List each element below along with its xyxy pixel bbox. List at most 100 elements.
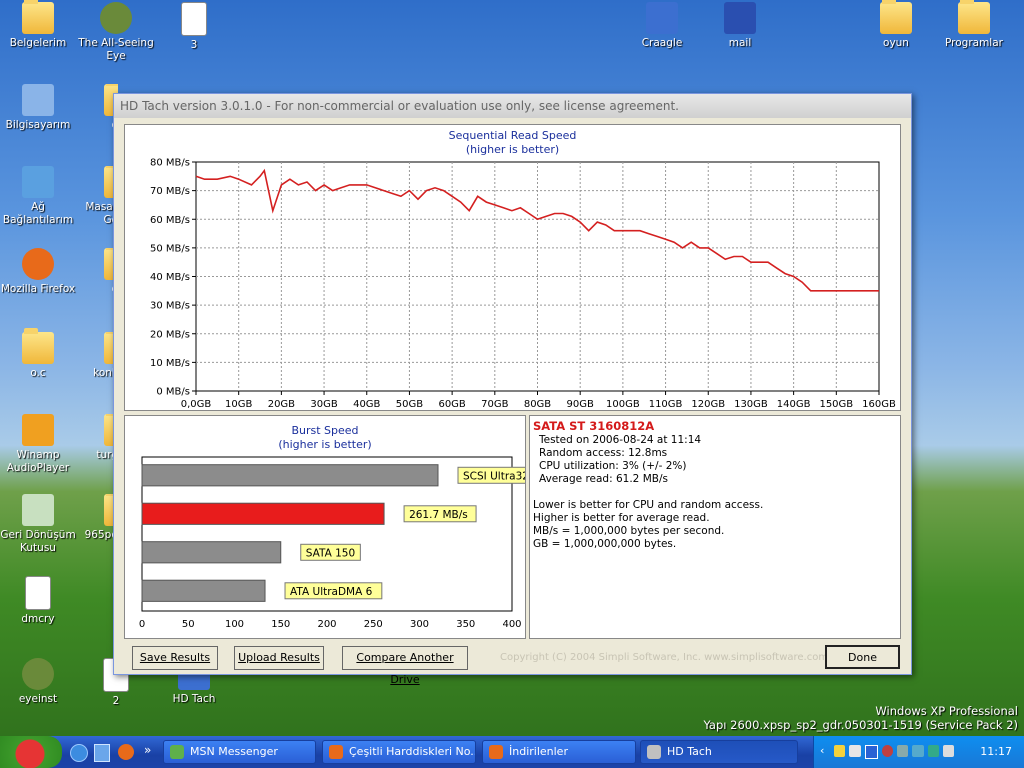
burst-bar-label: SATA 150 <box>306 547 355 559</box>
desktop-icon-label: konk <box>93 367 118 379</box>
x-tick-label: 10GB <box>225 399 252 410</box>
x-tick-label: 20GB <box>268 399 295 410</box>
desktop-icon-eyeinst[interactable]: eyeinst <box>0 658 76 706</box>
folder-icon <box>958 0 990 34</box>
desktop-icon-geri-d-n-m-kutusu[interactable]: Geri Dönüşüm Kutusu <box>0 494 76 555</box>
burst-x-tick-label: 400 <box>502 619 521 630</box>
y-tick-label: 80 MB/s <box>150 158 190 169</box>
x-tick-label: 50GB <box>396 399 423 410</box>
info-line: CPU utilization: 3% (+/- 2%) <box>539 460 687 472</box>
desktop-icon-bilgisayar-m[interactable]: Bilgisayarım <box>0 84 76 132</box>
ie-quicklaunch-icon[interactable] <box>70 744 88 762</box>
x-tick-label: 60GB <box>438 399 465 410</box>
x-tick-label: 110GB <box>649 399 683 410</box>
burst-bar <box>141 579 266 602</box>
y-tick-label: 40 MB/s <box>150 272 190 283</box>
done-button[interactable]: Done <box>825 645 900 669</box>
desktop-icon-label: Masa° Gö <box>85 201 118 226</box>
security-icon[interactable] <box>849 745 861 757</box>
y-tick-label: 0 MB/s <box>156 387 190 398</box>
window-title[interactable]: HD Tach version 3.0.1.0 - For non-commer… <box>114 94 911 118</box>
desktop-icon-partial[interactable]: turg <box>78 414 118 462</box>
messenger-tray-icon[interactable] <box>881 745 893 757</box>
desktop-icon-label: oyun <box>883 37 909 49</box>
desktop-icon-oyun[interactable]: oyun <box>858 0 934 50</box>
network-icon <box>22 166 54 198</box>
compare-another-drive-button[interactable]: Compare Another Drive <box>342 646 468 686</box>
x-tick-label: 90GB <box>567 399 594 410</box>
x-tick-label: 100GB <box>606 399 640 410</box>
save-results-button[interactable]: Save Results <box>132 646 218 670</box>
taskbar-button-i-ndirilenler[interactable]: İndirilenler <box>482 740 636 764</box>
firefox-quicklaunch-icon[interactable] <box>118 744 134 760</box>
burst-bar-label: SCSI Ultra320 <box>463 470 525 482</box>
burst-x-tick-label: 250 <box>364 619 383 630</box>
desktop-icon-winamp-audioplayer[interactable]: Winamp AudioPlayer <box>0 414 76 475</box>
desktop-icon-label: turg <box>96 449 118 461</box>
desktop-icon-belgelerim[interactable]: Belgelerim <box>0 0 76 50</box>
desktop-icon-partial[interactable]: konk <box>78 332 118 380</box>
test-details: Tested on 2006-08-24 at 11:14 Random acce… <box>539 434 701 486</box>
y-tick-label: 50 MB/s <box>150 243 190 254</box>
clock[interactable]: 11:17 <box>980 745 1012 758</box>
y-tick-label: 10 MB/s <box>150 358 190 369</box>
burst-x-tick-label: 100 <box>225 619 244 630</box>
word-icon <box>724 2 756 34</box>
craagle-tray-icon[interactable] <box>864 745 878 759</box>
taskbar-button--e-itli-harddiskleri-no-[interactable]: Çeşitli Harddiskleri No... <box>322 740 476 764</box>
burst-x-tick-label: 50 <box>182 619 195 630</box>
desktop-icon-partial[interactable]: o <box>78 248 118 296</box>
note-line: MB/s = 1,000,000 bytes per second. <box>533 525 725 537</box>
desktop-icon-craagle[interactable]: Craagle <box>624 2 700 50</box>
x-tick-label: 30GB <box>310 399 337 410</box>
note-line: Lower is better for CPU and random acces… <box>533 499 764 511</box>
volume-icon[interactable] <box>942 745 954 757</box>
desktop-icon-the-all-seeing-eye[interactable]: The All-Seeing Eye <box>78 2 154 63</box>
burst-bar-label: ATA UltraDMA 6 <box>290 586 373 598</box>
desktop-icon-partial[interactable]: 965pd <box>78 494 118 542</box>
desktop-icon-3[interactable]: 3 <box>156 2 232 52</box>
sequential-read-chart: 0 MB/s 10 MB/s 20 MB/s 30 MB/s 40 MB/s 50 MB/… <box>150 158 896 411</box>
desktop-icon-label: Ağ Bağlantılarım <box>2 201 74 226</box>
taskbar: » MSN Messenger Çeşitli Harddiskleri No..… <box>0 736 1024 768</box>
notes: Lower is better for CPU and random acces… <box>533 499 763 551</box>
explorer-quicklaunch-icon[interactable] <box>94 744 110 762</box>
taskbar-button-label: İndirilenler <box>509 745 568 758</box>
taskbar-button-msn-messenger[interactable]: MSN Messenger <box>163 740 316 764</box>
desktop-icon-programlar[interactable]: Programlar <box>936 0 1012 50</box>
burst-bar-label: 261.7 MB/s <box>409 509 468 521</box>
info-line: Random access: 12.8ms <box>539 447 668 459</box>
desktop-icon-label: 2 <box>112 695 120 707</box>
y-tick-label: 60 MB/s <box>150 215 190 226</box>
y-tick-label: 70 MB/s <box>150 186 190 197</box>
burst-bar <box>141 541 282 564</box>
taskbar-button-label: Çeşitli Harddiskleri No... <box>349 745 476 758</box>
note-line: Higher is better for average read. <box>533 512 710 524</box>
desktop-icon-label: Bilgisayarım <box>5 119 71 131</box>
desktop-icon-label: o.c <box>30 367 46 379</box>
start-button[interactable] <box>0 736 62 768</box>
desktop-icon-mozilla-firefox[interactable]: Mozilla Firefox <box>0 248 76 296</box>
quicklaunch-more-icon[interactable]: » <box>144 743 151 757</box>
desktop-icon-o-c[interactable]: o.c <box>0 328 76 380</box>
burst-speed-chart: 0 50 100 150 200 250 300 350 400 SCSI Ultra320 261… <box>139 456 525 630</box>
shield-icon[interactable] <box>834 745 846 757</box>
network-icon[interactable] <box>897 745 909 757</box>
desktop-icon-a-ba-lant-lar-m[interactable]: Ağ Bağlantılarım <box>0 166 76 227</box>
desktop-icon-mail[interactable]: mail <box>702 2 778 50</box>
burst-x-tick-label: 350 <box>456 619 475 630</box>
desktop-icon-dmcry[interactable]: dmcry <box>0 576 76 626</box>
taskbar-button-hd-tach[interactable]: HD Tach <box>640 740 798 764</box>
desktop-icon-partial[interactable]: o <box>78 84 118 132</box>
app-tray-icon[interactable] <box>927 745 939 757</box>
burst-x-tick-label: 200 <box>317 619 336 630</box>
upload-results-button[interactable]: Upload Results <box>234 646 324 670</box>
desktop-icon-label: The All-Seeing Eye <box>78 37 154 62</box>
display-icon[interactable] <box>912 745 924 757</box>
doc-icon <box>25 576 51 610</box>
desktop-icon-partial[interactable]: Masa° Gö <box>78 166 118 227</box>
system-tray: ‹ 11:17 <box>813 736 1024 768</box>
tray-expand-icon[interactable]: ‹ <box>820 744 824 757</box>
desktop-icon-label: Craagle <box>641 37 683 49</box>
app-icon <box>170 745 184 759</box>
